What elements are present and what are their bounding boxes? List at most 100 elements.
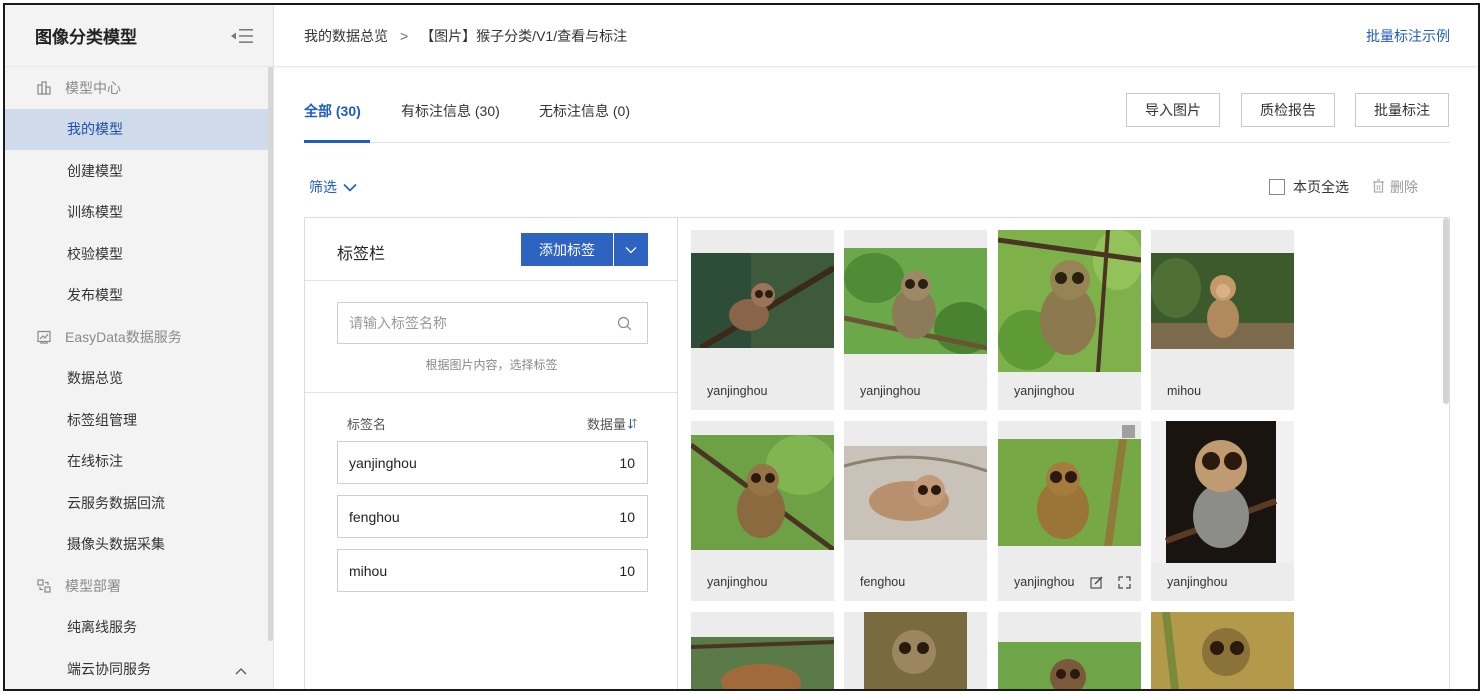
image-card[interactable]: yanjinghou (998, 421, 1141, 601)
tarsier-photo (1151, 612, 1294, 689)
label-search-input[interactable]: 请输入标签名称 (337, 302, 648, 344)
top-bar: 我的数据总览 > 【图片】猴子分类/V1/查看与标注 批量标注示例 (274, 5, 1478, 67)
label-hint: 根据图片内容，选择标签 (425, 358, 558, 372)
chevron-down-icon (343, 179, 357, 195)
sidebar-header: 图像分类模型 (5, 5, 273, 67)
image-card[interactable] (844, 612, 987, 689)
tarsier-photo (691, 253, 834, 348)
label-name: mihou (349, 562, 388, 579)
sidebar-scrollbar[interactable] (268, 67, 273, 641)
label-count: 10 (619, 454, 635, 471)
image-card[interactable] (1151, 612, 1294, 689)
filter-toggle[interactable]: 筛选 (309, 177, 357, 197)
model-center-icon (37, 81, 51, 95)
select-all-page[interactable]: 本页全选 (1269, 177, 1349, 197)
add-label-dropdown-button[interactable] (614, 233, 648, 266)
image-card[interactable]: fenghou (844, 421, 987, 601)
sidebar-item-data-overview[interactable]: 数据总览 (5, 358, 273, 400)
image-grid: yanjinghou yanjinghou yanjinghou mihou y… (679, 218, 1449, 689)
nav-group-label: 模型部署 (65, 577, 121, 594)
label-name: fenghou (349, 508, 400, 525)
image-grid-scrollbar[interactable] (1443, 218, 1449, 404)
nav-group-easydata: EasyData数据服务 (5, 316, 273, 358)
tab-all[interactable]: 全部 (30) (304, 101, 361, 121)
breadcrumb-current: 【图片】猴子分类/V1/查看与标注 (420, 27, 628, 44)
label-bar-title: 标签栏 (337, 246, 386, 263)
image-card[interactable]: yanjinghou (691, 421, 834, 601)
image-card[interactable]: mihou (1151, 230, 1294, 410)
breadcrumb-separator: > (400, 27, 409, 44)
tarsier-photo (998, 642, 1141, 689)
macaque-photo (1151, 253, 1294, 349)
batch-label-example-link[interactable]: 批量标注示例 (1366, 26, 1450, 46)
image-card[interactable]: yanjinghou (844, 230, 987, 410)
image-label: yanjinghou (1014, 575, 1075, 589)
slow-loris-photo (691, 637, 834, 689)
image-card[interactable] (998, 612, 1141, 689)
tarsier-photo (844, 248, 987, 354)
image-label: yanjinghou (707, 384, 768, 398)
nav-group-model-center: 模型中心 (5, 67, 273, 109)
slow-loris-photo (844, 446, 987, 540)
tab-labeled[interactable]: 有标注信息 (30) (401, 101, 500, 121)
breadcrumb-root-link[interactable]: 我的数据总览 (304, 26, 388, 46)
image-card[interactable]: yanjinghou (998, 230, 1141, 410)
label-name-column: 标签名 (347, 417, 387, 432)
chevron-up-icon[interactable] (235, 662, 247, 678)
search-icon[interactable] (617, 316, 632, 334)
sidebar-item-label-groups[interactable]: 标签组管理 (5, 399, 273, 441)
image-label: yanjinghou (860, 384, 921, 398)
edit-icon[interactable] (1090, 576, 1103, 592)
tarsier-photo (998, 230, 1141, 372)
app-title: 图像分类模型 (35, 28, 137, 47)
sidebar-item-edge-cloud[interactable]: 端云协同服务 (5, 648, 273, 689)
expand-icon[interactable] (1118, 576, 1131, 592)
sidebar-item-cloud-backflow[interactable]: 云服务数据回流 (5, 482, 273, 524)
nav-group-label: EasyData数据服务 (65, 328, 182, 345)
chevron-down-icon (625, 246, 637, 253)
sidebar-item-online-label[interactable]: 在线标注 (5, 441, 273, 483)
delete-button[interactable]: 删除 (1372, 177, 1418, 197)
sidebar-item-label: 端云协同服务 (67, 660, 151, 677)
image-select-checkbox[interactable] (1122, 425, 1135, 438)
sidebar-item-camera-collect[interactable]: 摄像头数据采集 (5, 524, 273, 566)
image-label: yanjinghou (707, 575, 768, 589)
tarsier-photo (844, 612, 987, 689)
main-content: 我的数据总览 > 【图片】猴子分类/V1/查看与标注 批量标注示例 全部 (30… (274, 5, 1478, 689)
delete-label: 删除 (1390, 179, 1418, 195)
select-all-label: 本页全选 (1293, 179, 1349, 195)
app-window: 图像分类模型 模型中心 我的模型 创建模型 训练模型 校验模型 发布模型 Eas… (3, 3, 1480, 691)
sidebar-item-publish-model[interactable]: 发布模型 (5, 275, 273, 317)
image-label: yanjinghou (1167, 575, 1228, 589)
add-label-button[interactable]: 添加标签 (521, 233, 613, 266)
label-bar-header: 标签栏 添加标签 (305, 218, 677, 281)
quality-report-button[interactable]: 质检报告 (1241, 93, 1335, 127)
batch-label-button[interactable]: 批量标注 (1355, 93, 1449, 127)
image-card[interactable]: yanjinghou (691, 230, 834, 410)
label-row[interactable]: mihou 10 (337, 549, 648, 592)
select-all-checkbox[interactable] (1269, 179, 1285, 195)
label-bar: 标签栏 添加标签 请输入标签名称 根据图片内容，选择标签 标签名 数据量 yan… (305, 218, 678, 689)
breadcrumb: 我的数据总览 > 【图片】猴子分类/V1/查看与标注 (304, 26, 627, 46)
tab-unlabeled[interactable]: 无标注信息 (0) (539, 101, 630, 121)
label-row[interactable]: fenghou 10 (337, 495, 648, 538)
image-label: yanjinghou (1014, 384, 1075, 398)
label-row[interactable]: yanjinghou 10 (337, 441, 648, 484)
label-count: 10 (619, 562, 635, 579)
sidebar: 图像分类模型 模型中心 我的模型 创建模型 训练模型 校验模型 发布模型 Eas… (5, 5, 274, 689)
nav-group-label: 模型中心 (65, 79, 121, 96)
sidebar-item-verify-model[interactable]: 校验模型 (5, 233, 273, 275)
collapse-sidebar-icon[interactable] (231, 28, 253, 44)
sidebar-item-train-model[interactable]: 训练模型 (5, 192, 273, 234)
label-table-header: 标签名 数据量 (347, 414, 637, 433)
data-chart-icon (37, 330, 51, 344)
data-count-column[interactable]: 数据量 (587, 414, 637, 433)
image-card[interactable] (691, 612, 834, 689)
image-label: fenghou (860, 575, 906, 589)
image-card[interactable]: yanjinghou (1151, 421, 1294, 601)
import-images-button[interactable]: 导入图片 (1126, 93, 1220, 127)
sidebar-item-offline-service[interactable]: 纯离线服务 (5, 607, 273, 649)
filter-label: 筛选 (309, 179, 337, 195)
sidebar-item-create-model[interactable]: 创建模型 (5, 150, 273, 192)
sidebar-item-my-models[interactable]: 我的模型 (5, 108, 273, 150)
